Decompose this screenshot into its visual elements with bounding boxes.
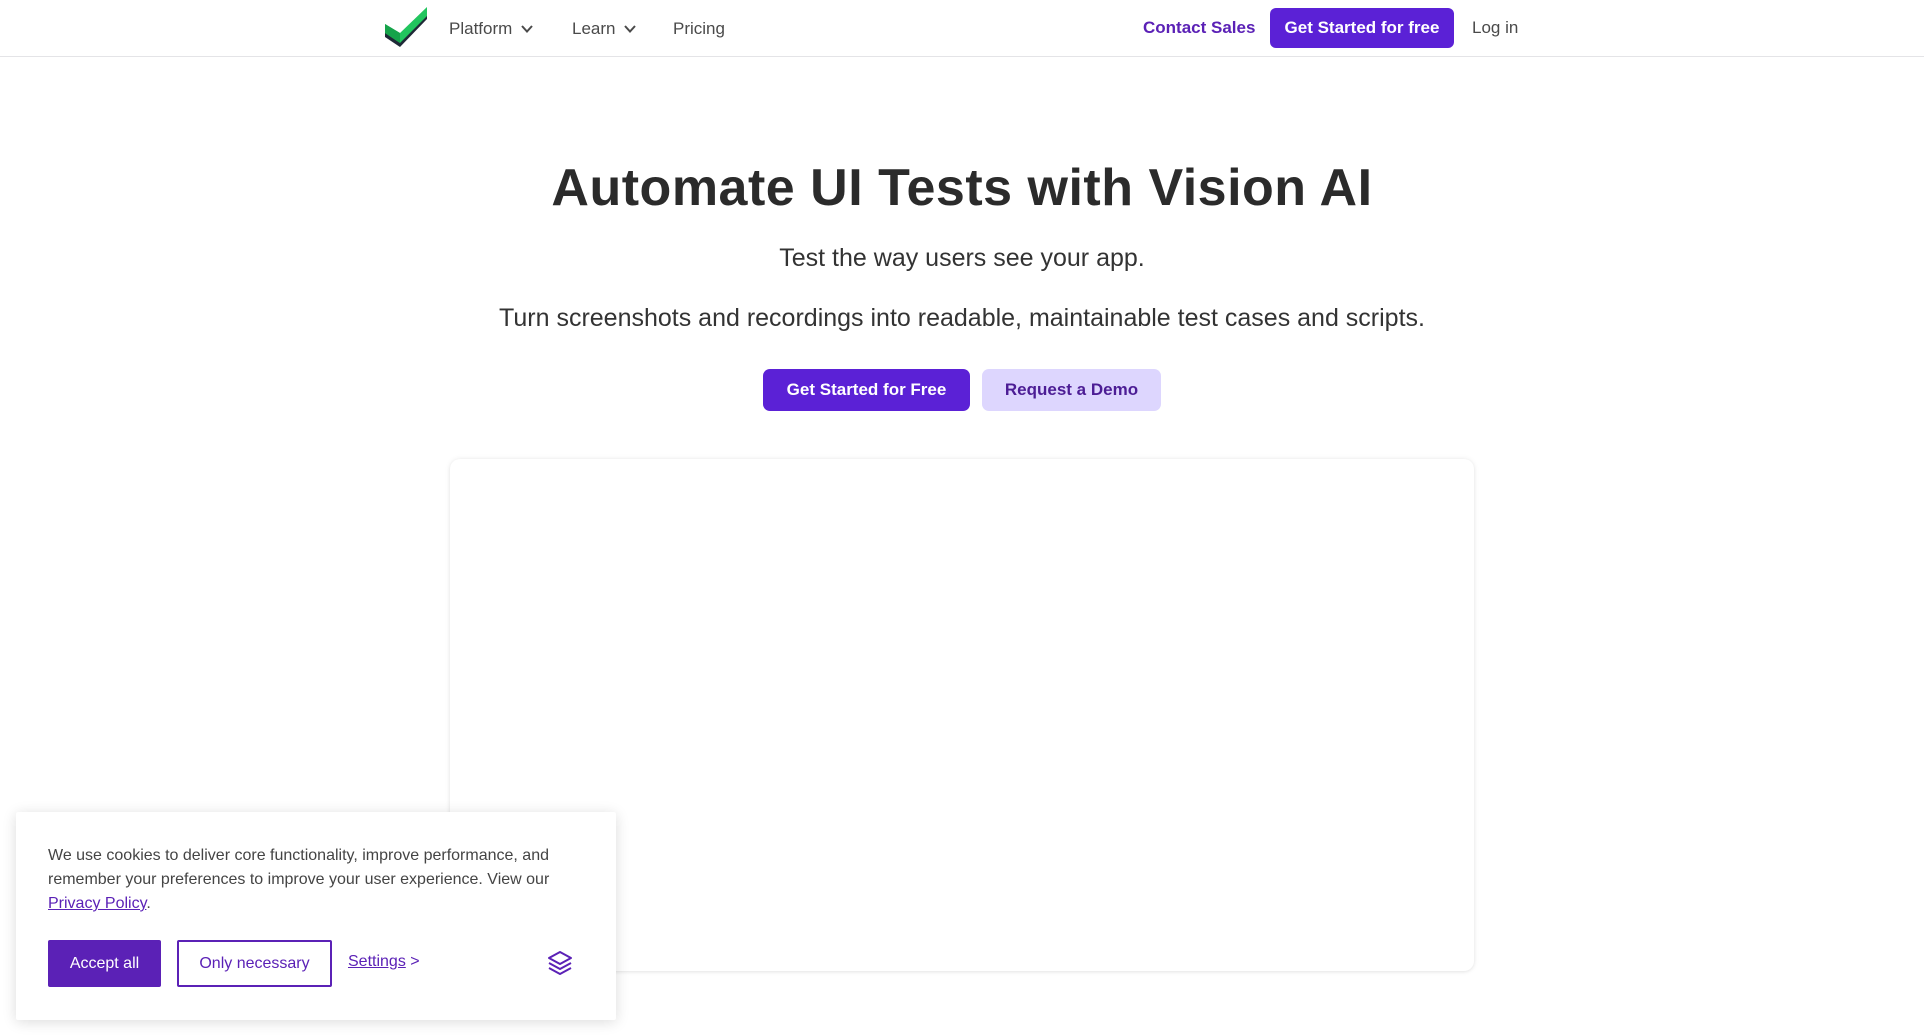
accept-all-button[interactable]: Accept all (48, 940, 161, 987)
contact-sales-link[interactable]: Contact Sales (1143, 18, 1255, 38)
cookie-banner: We use cookies to deliver core functiona… (16, 812, 616, 1020)
header-get-started-button[interactable]: Get Started for free (1270, 8, 1454, 48)
checkmark-logo-icon[interactable] (384, 7, 428, 49)
nav-learn[interactable]: Learn (572, 18, 637, 40)
nav-pricing-label: Pricing (673, 19, 725, 38)
nav-platform-label: Platform (449, 19, 513, 38)
cookie-settings-arrow: > (410, 953, 420, 970)
nav-pricing[interactable]: Pricing (673, 18, 725, 40)
hero-description: Turn screenshots and recordings into rea… (499, 304, 1425, 332)
hero-title: Automate UI Tests with Vision AI (551, 159, 1373, 217)
privacy-policy-link[interactable]: Privacy Policy (48, 895, 146, 912)
hero-subtitle: Test the way users see your app. (779, 244, 1145, 272)
chevron-down-icon (521, 25, 534, 33)
cookie-consent-logo-icon[interactable] (546, 949, 574, 977)
chevron-down-icon (624, 25, 637, 33)
nav-learn-label: Learn (572, 19, 616, 38)
nav-platform[interactable]: Platform (449, 18, 534, 40)
cookie-settings-link[interactable]: Settings > (348, 953, 420, 971)
site-header: Platform Learn Pricing Contact Sales Get… (0, 0, 1924, 57)
cookie-text: We use cookies to deliver core functiona… (48, 844, 596, 916)
cookie-period: . (146, 895, 151, 912)
cookie-message: We use cookies to deliver core functiona… (48, 847, 550, 888)
only-necessary-button[interactable]: Only necessary (177, 940, 332, 987)
cookie-settings-label: Settings (348, 953, 406, 970)
request-demo-button[interactable]: Request a Demo (982, 369, 1161, 411)
get-started-free-button[interactable]: Get Started for Free (763, 369, 970, 411)
login-link[interactable]: Log in (1472, 18, 1518, 38)
